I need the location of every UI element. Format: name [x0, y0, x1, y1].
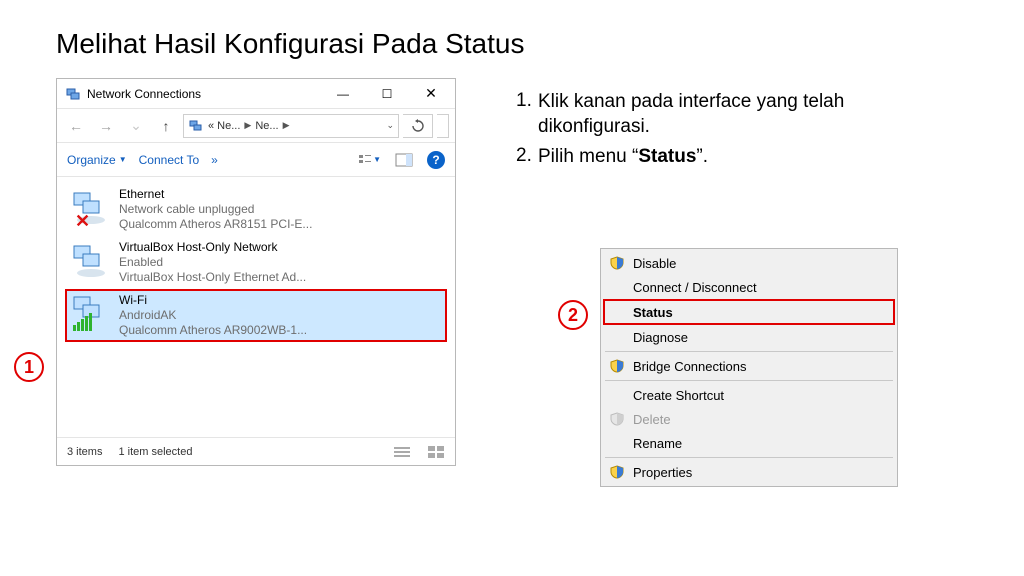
context-menu: Disable Connect / Disconnect Status Diag…	[600, 248, 898, 487]
connection-adapter: Qualcomm Atheros AR8151 PCI-E...	[119, 217, 312, 232]
organize-button[interactable]: Organize ▼	[67, 153, 127, 167]
shield-icon	[609, 464, 625, 480]
menu-bridge-connections[interactable]: Bridge Connections	[603, 354, 895, 378]
menu-label: Rename	[633, 436, 885, 451]
menu-create-shortcut[interactable]: Create Shortcut	[603, 383, 895, 407]
menu-label: Disable	[633, 256, 885, 271]
slide-title: Melihat Hasil Konfigurasi Pada Status	[0, 0, 1024, 60]
step-text-after: ”.	[696, 146, 708, 167]
breadcrumb-item[interactable]: Ne...	[255, 120, 278, 132]
refresh-button[interactable]	[403, 114, 433, 138]
blank-icon	[609, 435, 625, 451]
menu-label: Status	[633, 305, 885, 320]
menu-separator	[605, 457, 893, 458]
connection-name: Wi-Fi	[119, 293, 307, 308]
connection-name: VirtualBox Host-Only Network	[119, 240, 306, 255]
recent-dropdown[interactable]: ⌄	[123, 113, 149, 139]
blank-icon	[609, 304, 625, 320]
menu-label: Diagnose	[633, 330, 885, 345]
window-title: Network Connections	[87, 87, 321, 101]
connection-item-vbox[interactable]: VirtualBox Host-Only Network Enabled Vir…	[65, 236, 447, 289]
menu-connect-disconnect[interactable]: Connect / Disconnect	[603, 275, 895, 299]
titlebar: Network Connections — ☐ ✕	[57, 79, 455, 109]
callout-1: 1	[14, 352, 44, 382]
navigation-bar: ← → ⌄ ↑ « Ne... ▶ Ne... ▶ ⌄	[57, 109, 455, 143]
step-text-bold: Status	[638, 146, 696, 167]
preview-pane-button[interactable]	[393, 149, 415, 171]
network-connections-window: Network Connections — ☐ ✕ ← → ⌄ ↑ « Ne..…	[56, 78, 456, 466]
blank-icon	[609, 329, 625, 345]
view-options-button[interactable]: ▼	[359, 149, 381, 171]
shield-icon	[609, 358, 625, 374]
forward-button[interactable]: →	[93, 113, 119, 139]
step-1: 1. Klik kanan pada interface yang telah …	[516, 90, 918, 139]
blank-icon	[609, 279, 625, 295]
step-2: 2. Pilih menu “Status”.	[516, 145, 918, 170]
menu-label: Bridge Connections	[633, 359, 885, 374]
menu-rename[interactable]: Rename	[603, 431, 895, 455]
shield-icon	[609, 411, 625, 427]
address-bar[interactable]: « Ne... ▶ Ne... ▶ ⌄	[183, 114, 399, 138]
menu-label: Delete	[633, 412, 885, 427]
callout-2: 2	[558, 300, 588, 330]
shield-icon	[609, 255, 625, 271]
network-icon	[65, 86, 81, 102]
menu-separator	[605, 351, 893, 352]
connection-name: Ethernet	[119, 187, 312, 202]
svg-text:✕: ✕	[75, 211, 90, 229]
connection-adapter: Qualcomm Atheros AR9002WB-1...	[119, 323, 307, 338]
menu-label: Connect / Disconnect	[633, 280, 885, 295]
help-button[interactable]: ?	[427, 151, 445, 169]
network-icon	[188, 118, 204, 134]
menu-diagnose[interactable]: Diagnose	[603, 325, 895, 349]
menu-disable[interactable]: Disable	[603, 251, 895, 275]
menu-status[interactable]: Status	[603, 299, 895, 325]
item-count: 3 items	[67, 446, 102, 458]
step-text: Klik kanan pada interface yang telah dik…	[538, 91, 844, 137]
step-number: 1.	[516, 90, 538, 139]
chevron-right-icon: ▶	[244, 120, 251, 131]
menu-separator	[605, 380, 893, 381]
connection-list: ✕ Ethernet Network cable unplugged Qualc…	[57, 177, 455, 437]
large-icons-view-icon[interactable]	[427, 445, 445, 459]
connection-status: Enabled	[119, 255, 306, 270]
connection-item-wifi[interactable]: Wi-Fi AndroidAK Qualcomm Atheros AR9002W…	[65, 289, 447, 342]
connection-status: AndroidAK	[119, 308, 307, 323]
connect-to-button[interactable]: Connect To	[139, 153, 200, 167]
menu-delete: Delete	[603, 407, 895, 431]
connect-to-label: Connect To	[139, 153, 200, 167]
wifi-icon	[69, 293, 111, 335]
organize-label: Organize	[67, 153, 116, 167]
minimize-button[interactable]: —	[321, 80, 365, 108]
back-button[interactable]: ←	[63, 113, 89, 139]
chevron-down-icon: ▼	[373, 155, 381, 164]
connection-adapter: VirtualBox Host-Only Ethernet Ad...	[119, 270, 306, 285]
maximize-button[interactable]: ☐	[365, 80, 409, 108]
details-view-icon[interactable]	[393, 445, 411, 459]
up-button[interactable]: ↑	[153, 113, 179, 139]
ethernet-icon: ✕	[69, 187, 111, 229]
menu-label: Create Shortcut	[633, 388, 885, 403]
overflow-button[interactable]: »	[211, 153, 218, 167]
connection-status: Network cable unplugged	[119, 202, 312, 217]
vbox-icon	[69, 240, 111, 282]
breadcrumb-item[interactable]: « Ne...	[208, 120, 240, 132]
selection-count: 1 item selected	[118, 446, 192, 458]
chevron-right-icon: ▶	[283, 120, 290, 131]
chevron-down-icon[interactable]: ⌄	[386, 120, 394, 131]
step-number: 2.	[516, 145, 538, 170]
search-box[interactable]	[437, 114, 449, 138]
menu-label: Properties	[633, 465, 885, 480]
command-bar: Organize ▼ Connect To » ▼ ?	[57, 143, 455, 177]
step-text-before: Pilih menu “	[538, 146, 638, 167]
connection-item-ethernet[interactable]: ✕ Ethernet Network cable unplugged Qualc…	[65, 183, 447, 236]
blank-icon	[609, 387, 625, 403]
chevron-down-icon: ▼	[119, 155, 127, 164]
status-bar: 3 items 1 item selected	[57, 437, 455, 465]
close-button[interactable]: ✕	[409, 80, 453, 108]
menu-properties[interactable]: Properties	[603, 460, 895, 484]
